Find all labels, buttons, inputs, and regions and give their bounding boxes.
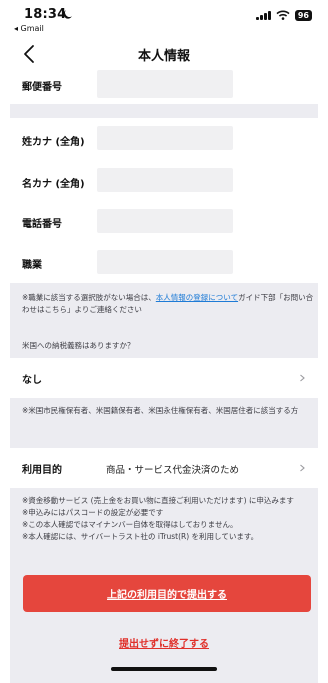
status-indicators: 96	[256, 9, 312, 21]
my-number-note: ※この本人確認ではマイナンバー自体を取得はしておりません。	[22, 520, 238, 529]
tax-obligation-select[interactable]: なし	[10, 358, 318, 398]
page-title: 本人情報	[137, 49, 190, 64]
sei-kana-label: 姓カナ (全角)	[22, 137, 85, 148]
exit-without-submit-link[interactable]: 提出せずに終了する	[10, 635, 318, 650]
occupation-select[interactable]	[97, 250, 233, 274]
passcode-note: ※申込みにはパスコードの設定が必要です	[22, 508, 164, 517]
tax-obligation-value: なし	[22, 375, 42, 386]
submit-button[interactable]: 上記の利用目的で提出する	[23, 575, 311, 612]
status-bar: 18:34 ◂ Gmail 96	[0, 0, 328, 38]
home-indicator	[111, 667, 217, 671]
purpose-label: 利用目的	[22, 465, 62, 476]
mei-kana-input[interactable]	[97, 168, 233, 192]
disclaimer-notes: ※資金移動サービス (売上金をお買い物に直接ご利用いただけます) に申込みます …	[22, 495, 314, 543]
postal-input[interactable]	[97, 70, 233, 98]
nav-bar: 本人情報	[0, 38, 328, 70]
sei-kana-input[interactable]	[97, 126, 233, 150]
status-time: 18:34	[24, 7, 67, 22]
mei-kana-label: 名カナ (全角)	[22, 179, 85, 190]
battery-icon: 96	[294, 9, 312, 21]
postal-label: 郵便番号	[22, 82, 62, 93]
registration-guide-link[interactable]: 本人情報の登録について	[156, 293, 238, 302]
postal-row: 郵便番号	[10, 70, 318, 104]
purpose-select[interactable]: 利用目的 商品・サービス代金決済のため	[10, 448, 318, 488]
itrust-note: ※本人確認には、サイバートラスト社の iTrust(R) を利用しています。	[22, 532, 259, 541]
phone-input[interactable]	[97, 209, 233, 233]
purpose-value: 商品・サービス代金決済のため	[106, 465, 240, 476]
back-to-app-link[interactable]: ◂ Gmail	[14, 24, 44, 33]
personal-info-card: 姓カナ (全角) 名カナ (全角) 電話番号 職業	[10, 118, 318, 283]
phone-label: 電話番号	[22, 219, 62, 230]
tax-question: 米国への納税義務はありますか？	[22, 341, 135, 350]
occupation-note: ※職業に該当する選択肢がない場合は、本人情報の登録についてガイド下部「お問い合わ…	[22, 293, 314, 314]
chevron-right-icon	[300, 374, 305, 382]
occupation-label: 職業	[22, 260, 42, 271]
form-content[interactable]: 郵便番号 姓カナ (全角) 名カナ (全角) 電話番号 職業 ※職業に該当する選…	[10, 70, 318, 683]
wifi-icon	[276, 10, 290, 20]
funds-transfer-note: ※資金移動サービス (売上金をお買い物に直接ご利用いただけます) に申込みます	[22, 496, 294, 505]
signal-icon	[256, 10, 271, 20]
chevron-right-icon	[300, 464, 305, 472]
us-person-note: ※米国市民権保有者、米国籍保有者、米国永住権保有者、米国居住者に該当する方	[22, 406, 299, 415]
